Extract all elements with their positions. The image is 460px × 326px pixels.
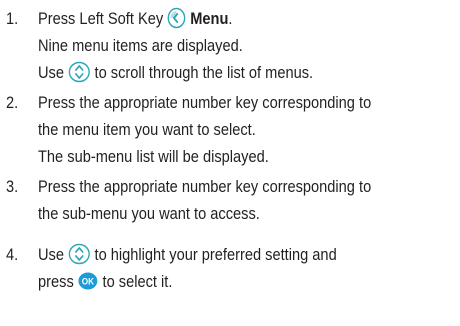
step-text: Nine menu items are displayed. <box>38 36 243 55</box>
step-text: to scroll through the list of menus. <box>94 63 314 82</box>
step-text: Press Left Soft Key <box>38 9 164 28</box>
step-line: press OK to select it. <box>38 269 172 295</box>
step-text: The sub-menu list will be displayed. <box>38 147 269 166</box>
left-soft-key-icon <box>167 7 186 29</box>
step-text: the sub-menu you want to access. <box>38 204 260 223</box>
ok-key-label: OK <box>82 275 95 286</box>
step-text: to highlight your preferred setting and <box>94 245 337 264</box>
step-line: Press the appropriate number key corresp… <box>38 90 371 116</box>
step-text: the menu item you want to select. <box>38 120 256 139</box>
navigation-key-icon <box>68 61 90 83</box>
instruction-steps: 1. Press Left Soft Key Menu. Nine menu i… <box>0 0 460 326</box>
navigation-key-icon <box>68 243 90 265</box>
step-text: . <box>228 9 233 28</box>
ok-key-icon: OK <box>78 271 99 291</box>
step-text: to select it. <box>102 272 173 291</box>
step-line: Press the appropriate number key corresp… <box>38 174 371 200</box>
step-text: Use <box>38 245 65 264</box>
step-line: Nine menu items are displayed. <box>38 33 243 59</box>
menu-key-label: Menu <box>190 9 229 28</box>
step-text: Press the appropriate number key corresp… <box>38 93 372 112</box>
step-number: 3. <box>6 177 19 196</box>
step-number: 4. <box>6 245 19 264</box>
step-line: Press Left Soft Key Menu. <box>38 6 232 32</box>
step-line: Use to highlight your preferred setting … <box>38 242 337 268</box>
step-line: the sub-menu you want to access. <box>38 201 260 227</box>
step-number: 1. <box>6 9 19 28</box>
step-number: 2. <box>6 93 19 112</box>
step-text: Press the appropriate number key corresp… <box>38 177 372 196</box>
step-text: press <box>38 272 74 291</box>
step-line: The sub-menu list will be displayed. <box>38 144 269 170</box>
step-text: Use <box>38 63 65 82</box>
step-line: Use to scroll through the list of menus. <box>38 60 313 86</box>
step-line: the menu item you want to select. <box>38 117 256 143</box>
